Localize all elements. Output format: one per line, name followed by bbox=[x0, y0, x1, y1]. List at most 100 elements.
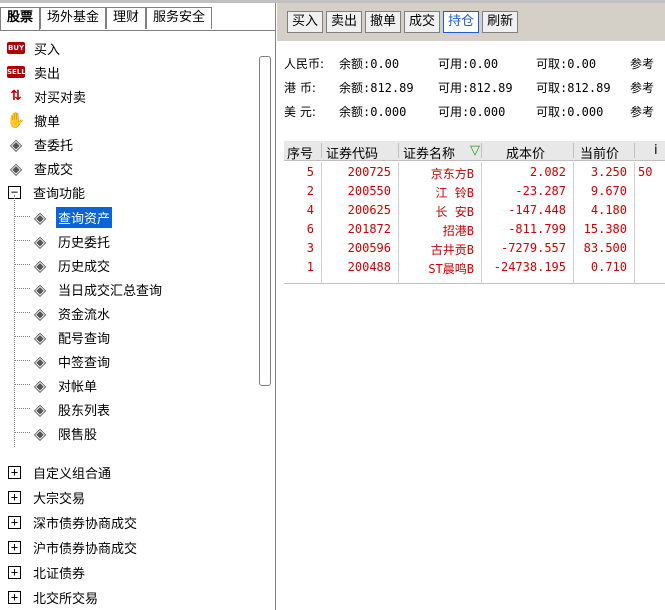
tree-item-fund-flow[interactable]: ◈ 资金流水 bbox=[30, 301, 112, 325]
balance-value: 余额:0.000 bbox=[339, 105, 407, 119]
tab-stocks[interactable]: 股票 bbox=[0, 7, 41, 31]
tree-connector bbox=[14, 312, 30, 313]
table-row[interactable]: 6 201872 招港B -811.799 15.380 bbox=[284, 220, 665, 239]
currency-label: 港 币: bbox=[284, 81, 316, 95]
diamond-icon: ◈ bbox=[33, 207, 47, 227]
cell-cost: -811.799 bbox=[508, 222, 566, 236]
expand-icon[interactable]: + bbox=[8, 540, 21, 554]
tree-item-history-orders[interactable]: ◈ 历史委托 bbox=[30, 229, 112, 253]
sell-icon: SELL bbox=[7, 66, 26, 78]
available-value: 可用:812.89 bbox=[438, 81, 513, 95]
col-header-partial[interactable]: i bbox=[654, 143, 658, 158]
col-header-cost[interactable]: 成本价 bbox=[506, 143, 545, 162]
col-header-seq[interactable]: 序号 bbox=[287, 143, 313, 162]
tree-group-sh-bond-negotiation[interactable]: + 沪市债券协商成交 bbox=[6, 535, 139, 559]
expand-icon[interactable]: + bbox=[8, 565, 21, 579]
cell-name: 长 安B bbox=[435, 205, 474, 219]
tree-group-label: 北交所交易 bbox=[33, 591, 99, 607]
swap-icon: ⇅ bbox=[10, 88, 22, 104]
tree-connector bbox=[14, 240, 30, 241]
tree-item-label: 撤单 bbox=[34, 114, 61, 130]
tab-otc-funds[interactable]: 场外基金 bbox=[40, 7, 107, 29]
tree-item-buy[interactable]: BUY 买入 bbox=[6, 36, 62, 60]
tree-group-bse-trading[interactable]: + 北交所交易 bbox=[6, 585, 100, 609]
tree-group-query[interactable]: − 查询功能 bbox=[6, 180, 87, 204]
tree-item-label: 历史成交 bbox=[58, 259, 111, 275]
cancel-hand-icon: ✋ bbox=[6, 111, 26, 129]
tree-connector bbox=[14, 336, 30, 337]
tree-group-block-trading[interactable]: + 大宗交易 bbox=[6, 485, 87, 509]
cancel-order-button[interactable]: 撤单 bbox=[365, 11, 402, 33]
cell-seq: 4 bbox=[306, 203, 314, 217]
diamond-icon: ◈ bbox=[33, 279, 47, 299]
tab-service-security[interactable]: 服务安全 bbox=[146, 7, 213, 29]
sort-desc-icon[interactable]: ▽ bbox=[470, 143, 480, 158]
tree-item-cancel-order[interactable]: ✋ 撤单 bbox=[6, 108, 62, 132]
diamond-icon: ◈ bbox=[9, 134, 23, 154]
trades-button[interactable]: 成交 bbox=[404, 11, 441, 33]
table-row[interactable]: 4 200625 长 安B -147.448 4.180 bbox=[284, 201, 665, 220]
sell-button[interactable]: 卖出 bbox=[326, 11, 363, 33]
diamond-icon: ◈ bbox=[33, 351, 47, 371]
buy-button[interactable]: 买入 bbox=[287, 11, 324, 33]
tree-item-query-assets[interactable]: ◈ 查询资产 bbox=[30, 205, 113, 229]
expand-icon[interactable]: + bbox=[8, 515, 21, 529]
tree-scrollbar-thumb[interactable] bbox=[259, 56, 271, 386]
tree-item-shareholder-list[interactable]: ◈ 股东列表 bbox=[30, 397, 112, 421]
cell-code: 200725 bbox=[347, 165, 391, 179]
tree-item-restricted-shares[interactable]: ◈ 限售股 bbox=[30, 421, 99, 445]
diamond-icon: ◈ bbox=[33, 399, 47, 419]
tree-connector bbox=[14, 384, 30, 385]
col-header-name[interactable]: 证券名称 bbox=[403, 143, 455, 162]
expand-icon[interactable]: + bbox=[8, 465, 21, 479]
col-header-price[interactable]: 当前价 bbox=[580, 143, 619, 162]
positions-button[interactable]: 持仓 bbox=[443, 11, 480, 33]
tree-connector bbox=[14, 195, 15, 447]
cell-name: 招港B bbox=[442, 224, 474, 238]
diamond-icon: ◈ bbox=[33, 231, 47, 251]
tree-item-query-orders[interactable]: ◈ 查委托 bbox=[6, 132, 75, 156]
cell-price: 15.380 bbox=[583, 222, 627, 236]
tree-item-cross-trade[interactable]: ⇅ 对买对卖 bbox=[6, 84, 88, 108]
cell-price: 9.670 bbox=[590, 184, 627, 198]
expand-icon[interactable]: + bbox=[8, 590, 21, 604]
tab-wealth[interactable]: 理财 bbox=[106, 7, 147, 29]
withdrawable-value: 可取:0.00 bbox=[536, 57, 597, 71]
content-panel: 买入 卖出 撤单 成交 持仓 刷新 人民币: 余额:0.00 可用:0.00 可… bbox=[277, 3, 665, 610]
tree-item-allotment-query[interactable]: ◈ 配号查询 bbox=[30, 325, 112, 349]
tree-group-custom-portfolio[interactable]: + 自定义组合通 bbox=[6, 460, 113, 484]
cell-cost: -23.287 bbox=[515, 184, 566, 198]
tree-item-lottery-query[interactable]: ◈ 中签查询 bbox=[30, 349, 112, 373]
expand-icon[interactable]: + bbox=[8, 490, 21, 504]
tree-item-query-trades[interactable]: ◈ 查成交 bbox=[6, 156, 75, 180]
table-row[interactable]: 3 200596 古井贡B -7279.557 83.500 bbox=[284, 239, 665, 258]
tree-connector bbox=[14, 360, 30, 361]
table-row[interactable]: 2 200550 江 铃B -23.287 9.670 bbox=[284, 182, 665, 201]
fund-summary: 人民币: 余额:0.00 可用:0.00 可取:0.00 参考 港 币: 余额:… bbox=[277, 45, 665, 135]
tree-item-statement[interactable]: ◈ 对帐单 bbox=[30, 373, 99, 397]
refresh-button[interactable]: 刷新 bbox=[482, 11, 519, 33]
diamond-icon: ◈ bbox=[33, 375, 47, 395]
tree-item-label: 查询资产 bbox=[56, 206, 113, 228]
tree-group-label: 自定义组合通 bbox=[33, 466, 112, 482]
cell-cost: 2.082 bbox=[529, 165, 566, 179]
tree-item-history-trades[interactable]: ◈ 历史成交 bbox=[30, 253, 112, 277]
balance-value: 余额:812.89 bbox=[339, 81, 414, 95]
tree-item-sell[interactable]: SELL 卖出 bbox=[6, 60, 62, 84]
tree-group-label: 查询功能 bbox=[33, 186, 86, 202]
balance-value: 余额:0.00 bbox=[339, 57, 400, 71]
tree-group-sz-bond-negotiation[interactable]: + 深市债券协商成交 bbox=[6, 510, 139, 534]
cell-seq: 2 bbox=[306, 184, 314, 198]
table-row[interactable]: 1 200488 ST晨鸣B -24738.195 0.710 bbox=[284, 258, 665, 277]
col-header-code[interactable]: 证券代码 bbox=[326, 143, 378, 162]
tree-group-label: 大宗交易 bbox=[33, 491, 86, 507]
tree-item-label: 对帐单 bbox=[58, 379, 98, 395]
tree-group-bse-bonds[interactable]: + 北证债券 bbox=[6, 560, 87, 584]
tree-item-label: 股东列表 bbox=[58, 403, 111, 419]
withdrawable-value: 可取:0.000 bbox=[536, 105, 604, 119]
cell-name: 京东方B bbox=[430, 167, 474, 181]
diamond-icon: ◈ bbox=[33, 327, 47, 347]
tree-item-daily-trade-summary[interactable]: ◈ 当日成交汇总查询 bbox=[30, 277, 164, 301]
table-row[interactable]: 5 200725 京东方B 2.082 3.250 50 bbox=[284, 163, 665, 182]
tree-item-label: 查委托 bbox=[34, 138, 74, 154]
